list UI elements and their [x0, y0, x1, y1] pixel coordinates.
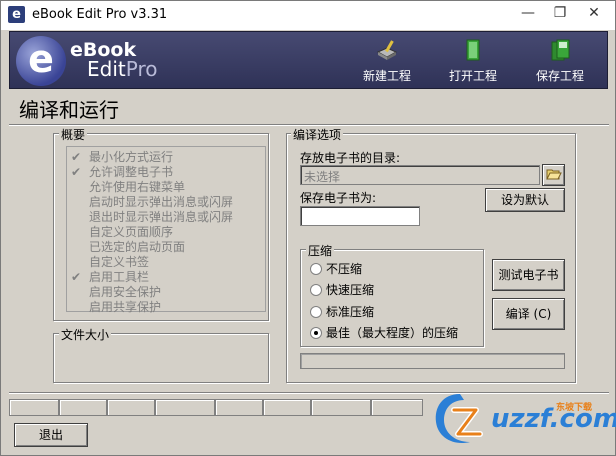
overview-item-label: 启用安全保护 [89, 285, 162, 299]
save-project-icon [551, 39, 570, 61]
logo-subtitle: EditPro [87, 57, 157, 81]
page-title: 编译和运行 [19, 98, 119, 122]
compression-option-fast[interactable]: 快速压缩 [310, 281, 374, 299]
app-window: e eBook Edit Pro v3.31 — ❐ ✕ e eBook Edi… [0, 0, 616, 456]
overview-item: 启用共享保护 [71, 298, 162, 314]
save-ebook-label: 保存电子书为: [300, 191, 377, 205]
overview-item-label: 启用工具栏 [89, 270, 150, 284]
save-project-button[interactable]: 保存工程 [525, 38, 595, 86]
overview-item: 自定义页面顺序 [71, 223, 174, 239]
overview-item: 退出时显示弹出消息或闪屏 [71, 208, 234, 224]
overview-item-label: 退出时显示弹出消息或闪屏 [89, 210, 234, 224]
open-project-label: 打开工程 [448, 69, 497, 83]
exit-button[interactable]: 退出 [14, 423, 88, 447]
open-project-icon [466, 39, 480, 61]
close-button[interactable]: ✕ [577, 1, 611, 27]
overview-group-title: 概要 [59, 126, 88, 143]
ebook-logo-icon: e [16, 36, 66, 86]
app-logo-icon: e [8, 6, 25, 23]
test-ebook-button[interactable]: 测试电子书 [492, 259, 565, 291]
ebook-dir-field[interactable]: 未选择 [300, 165, 540, 185]
ebook-dir-label: 存放电子书的目录: [300, 151, 401, 165]
overview-list: ✔ 最小化方式运行 ✔ 允许调整电子书 允许使用右键菜单 启动时显示弹出消息或闪屏 … [66, 146, 266, 314]
watermark-subtext: 东坡下载 [556, 403, 593, 413]
status-cell [215, 399, 263, 416]
new-project-icon [376, 40, 398, 60]
compression-option-label: 快速压缩 [326, 283, 375, 297]
radio-icon [310, 262, 322, 275]
new-project-button[interactable]: 新建工程 [352, 38, 422, 86]
overview-item: ✔ 启用工具栏 [71, 268, 150, 284]
overview-item: 启动时显示弹出消息或闪屏 [71, 193, 234, 209]
overview-item: ✔ 最小化方式运行 [71, 148, 174, 164]
restore-button[interactable]: ❐ [543, 1, 577, 27]
new-project-label: 新建工程 [362, 69, 411, 83]
minimize-button[interactable]: — [511, 1, 545, 27]
compile-options-title: 编译选项 [291, 126, 344, 143]
save-ebook-field[interactable] [300, 206, 420, 226]
logo-edit: Edit [87, 57, 126, 81]
overview-item-label: 允许使用右键菜单 [89, 180, 186, 194]
folder-open-icon [545, 169, 562, 180]
set-default-button[interactable]: 设为默认 [485, 188, 565, 212]
watermark-logo-icon [435, 394, 483, 444]
site-watermark: uzzf.com 东坡下载 [426, 390, 616, 450]
open-project-button[interactable]: 打开工程 [438, 38, 508, 86]
check-icon: ✔ [71, 165, 82, 179]
status-cell [59, 399, 107, 416]
radio-icon [310, 305, 322, 318]
status-cell [9, 399, 59, 416]
header-banner: e eBook EditPro 新建工程 打开工程 保存工程 [9, 31, 608, 89]
overview-item-label: 自定义书签 [89, 255, 150, 269]
radio-selected-icon [310, 326, 322, 339]
title-bar: e eBook Edit Pro v3.31 — ❐ ✕ [1, 1, 615, 30]
compression-option-label: 标准压缩 [326, 305, 375, 319]
overview-item-label: 自定义页面顺序 [89, 225, 174, 239]
compression-option-label: 不压缩 [326, 262, 363, 276]
overview-item: 允许使用右键菜单 [71, 178, 186, 194]
window-title: eBook Edit Pro v3.31 [32, 7, 168, 22]
overview-item-label: 启用共享保护 [89, 300, 162, 314]
watermark-text: uzzf.com [491, 404, 616, 434]
check-icon: ✔ [71, 270, 82, 284]
logo-pro: Pro [125, 57, 158, 81]
overview-item: ✔ 允许调整电子书 [71, 163, 174, 179]
status-cell [263, 399, 311, 416]
compression-option-standard[interactable]: 标准压缩 [310, 303, 374, 321]
overview-item-label: 允许调整电子书 [89, 165, 174, 179]
radio-icon [310, 283, 322, 296]
overview-item: 自定义书签 [71, 253, 150, 269]
filesize-group-title: 文件大小 [59, 326, 112, 343]
check-icon: ✔ [71, 150, 82, 164]
compression-option-none[interactable]: 不压缩 [310, 260, 362, 278]
compile-button[interactable]: 编译 (C) [492, 298, 565, 330]
compression-option-label: 最佳（最大程度）的压缩 [326, 326, 459, 340]
save-project-label: 保存工程 [535, 69, 584, 83]
overview-item: 启用安全保护 [71, 283, 162, 299]
overview-item: 已选定的启动页面 [71, 238, 186, 254]
status-cell [107, 399, 155, 416]
compression-option-best[interactable]: 最佳（最大程度）的压缩 [310, 324, 458, 342]
status-cell [155, 399, 215, 416]
status-cell [311, 399, 371, 416]
overview-item-label: 启动时显示弹出消息或闪屏 [89, 195, 234, 209]
compile-progress-bar [300, 353, 565, 369]
overview-item-label: 已选定的启动页面 [89, 240, 186, 254]
compression-title: 压缩 [306, 242, 335, 259]
overview-item-label: 最小化方式运行 [89, 150, 174, 164]
browse-folder-button[interactable] [542, 164, 565, 186]
status-cell [371, 399, 423, 416]
